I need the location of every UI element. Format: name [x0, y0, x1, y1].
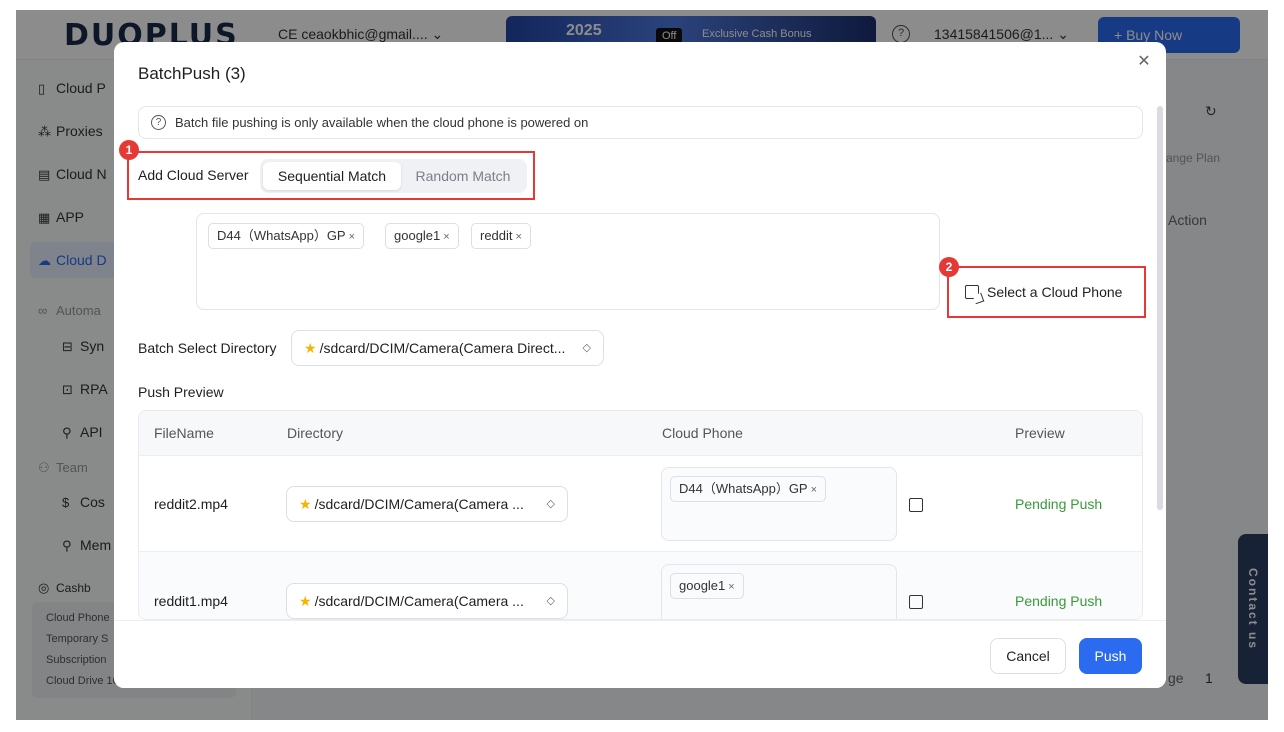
phone-tag-label: google1 — [394, 228, 441, 243]
row-select-phone-icon[interactable] — [909, 498, 923, 512]
phone-tag-label: reddit — [480, 228, 513, 243]
star-icon: ★ — [304, 340, 317, 356]
phone-tag: D44（WhatsApp）GP × — [670, 476, 827, 502]
chevron-updown-icon: ◇ — [582, 342, 591, 354]
select-pointer-icon — [965, 285, 979, 299]
dialog-title: BatchPush (3) — [138, 64, 246, 83]
row-phone-box[interactable]: google1 × — [661, 564, 897, 619]
phone-tag: reddit × — [471, 223, 531, 249]
notice-text: Batch file pushing is only available whe… — [175, 115, 589, 130]
batch-directory-select[interactable]: ★/sdcard/DCIM/Camera(Camera Direct... ◇ — [291, 330, 604, 366]
selected-phones-box[interactable]: D44（WhatsApp）GP × google1 × reddit × — [196, 213, 940, 310]
remove-tag-icon[interactable]: × — [443, 231, 449, 243]
directory-value: /sdcard/DCIM/Camera(Camera ... — [314, 496, 524, 512]
batch-select-directory-label: Batch Select Directory — [138, 340, 277, 356]
sequential-match-option[interactable]: Sequential Match — [263, 162, 401, 190]
phone-tag: D44（WhatsApp）GP × — [208, 223, 365, 249]
remove-tag-icon[interactable]: × — [516, 231, 522, 243]
column-header-filename: FileName — [154, 425, 214, 441]
column-header-cloud-phone: Cloud Phone — [662, 425, 743, 441]
chevron-updown-icon: ◇ — [546, 498, 555, 510]
directory-value: /sdcard/DCIM/Camera(Camera Direct... — [319, 340, 566, 356]
phone-tag: google1 × — [670, 573, 744, 599]
column-header-preview: Preview — [1015, 425, 1065, 441]
row-directory-select[interactable]: ★/sdcard/DCIM/Camera(Camera ... ◇ — [286, 486, 568, 522]
phone-tag-label: D44（WhatsApp）GP — [217, 228, 346, 243]
question-icon: ? — [151, 115, 166, 130]
close-icon[interactable]: ✕ — [1134, 52, 1154, 72]
table-row: reddit1.mp4 ★/sdcard/DCIM/Camera(Camera … — [139, 551, 1142, 619]
select-cloud-phone-button[interactable]: Select a Cloud Phone — [950, 268, 1144, 316]
table-row: reddit2.mp4 ★/sdcard/DCIM/Camera(Camera … — [139, 455, 1142, 551]
callout-badge-1: 1 — [119, 140, 139, 160]
remove-tag-icon[interactable]: × — [811, 484, 817, 496]
remove-tag-icon[interactable]: × — [728, 581, 734, 593]
table-header: FileName Directory Cloud Phone Preview — [139, 411, 1142, 455]
row-phone-box[interactable]: D44（WhatsApp）GP × — [661, 467, 897, 541]
row-select-phone-icon[interactable] — [909, 595, 923, 609]
dialog-scrollbar[interactable] — [1157, 106, 1163, 510]
push-preview-table: FileName Directory Cloud Phone Preview r… — [138, 410, 1143, 620]
phone-tag: google1 × — [385, 223, 459, 249]
star-icon: ★ — [299, 496, 312, 512]
push-preview-title: Push Preview — [138, 384, 224, 400]
column-header-directory: Directory — [287, 425, 344, 441]
chevron-updown-icon: ◇ — [546, 595, 555, 607]
push-status: Pending Push — [1015, 593, 1103, 609]
file-name: reddit2.mp4 — [154, 496, 228, 512]
cancel-button[interactable]: Cancel — [990, 638, 1066, 674]
batch-push-dialog: BatchPush (3) ✕ ? Batch file pushing is … — [114, 42, 1166, 688]
directory-value: /sdcard/DCIM/Camera(Camera ... — [314, 593, 524, 609]
power-on-notice: ? Batch file pushing is only available w… — [138, 106, 1143, 139]
push-button[interactable]: Push — [1079, 638, 1142, 674]
select-cloud-phone-label: Select a Cloud Phone — [987, 284, 1123, 300]
phone-tag-label: D44（WhatsApp）GP — [679, 481, 808, 496]
dialog-footer: Cancel Push — [114, 620, 1166, 688]
phone-tag-label: google1 — [679, 578, 726, 593]
remove-tag-icon[interactable]: × — [349, 231, 355, 243]
star-icon: ★ — [299, 593, 312, 609]
add-cloud-server-label: Add Cloud Server — [138, 167, 249, 183]
match-mode-toggle: Sequential Match Random Match — [260, 159, 527, 193]
random-match-option[interactable]: Random Match — [403, 162, 523, 190]
row-directory-select[interactable]: ★/sdcard/DCIM/Camera(Camera ... ◇ — [286, 583, 568, 619]
file-name: reddit1.mp4 — [154, 593, 228, 609]
push-status: Pending Push — [1015, 496, 1103, 512]
